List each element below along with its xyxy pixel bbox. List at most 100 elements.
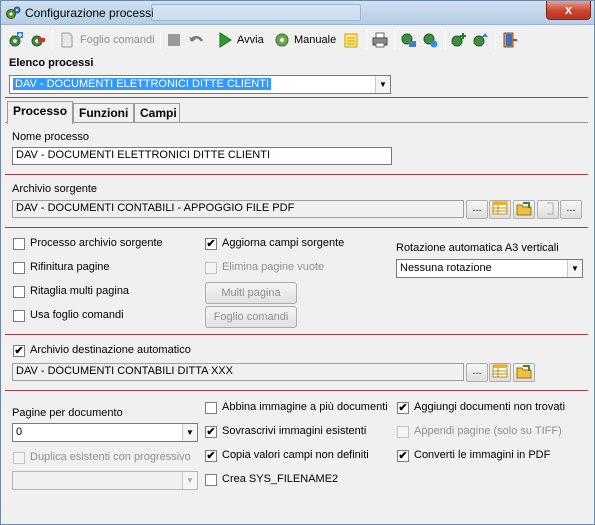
nome-processo-input[interactable]: DAV - DOCUMENTI ELETTRONICI DITTE CLIENT… <box>12 147 392 165</box>
play-icon <box>219 31 232 48</box>
aggiorna-campi-sorgente-label: Aggiorna campi sorgente <box>222 237 345 249</box>
toolbar-separator <box>445 30 446 49</box>
new-process-button[interactable] <box>7 29 23 50</box>
tab-funzioni[interactable]: Funzioni <box>73 103 134 123</box>
copia-valori-checkbox[interactable]: ✔ <box>205 450 217 462</box>
rifinitura-pagine-checkbox[interactable] <box>13 262 25 274</box>
appendi-label: Appendi pagine (solo su TIFF) <box>414 425 562 437</box>
chevron-down-icon[interactable]: ▼ <box>375 76 390 93</box>
stop-button[interactable] <box>166 29 182 50</box>
foglio-comandi-toolbar-label: Foglio comandi <box>80 33 155 46</box>
rifinitura-pagine-label: Rifinitura pagine <box>30 261 110 273</box>
archivio-sorgente-folder-button[interactable] <box>513 200 535 219</box>
appendi-checkbox[interactable] <box>397 426 409 438</box>
door-exit-icon <box>503 32 517 47</box>
archivio-destinazione-checkbox[interactable]: ✔ <box>13 345 25 357</box>
toolbar-separator <box>495 30 496 49</box>
elenco-processi-select[interactable]: DAV - DOCUMENTI ELETTRONICI DITTE CLIENT… <box>9 75 391 94</box>
archivio-destinazione-field: DAV - DOCUMENTI CONTABILI DITTA XXX <box>12 363 464 381</box>
toolbar-separator <box>366 30 367 49</box>
multi-pagina-button[interactable]: Multi pagina <box>205 282 297 304</box>
archivio-destinazione-folder-button[interactable] <box>513 363 535 382</box>
duplica-checkbox[interactable] <box>13 452 25 464</box>
notepad-icon <box>344 33 358 47</box>
window-title: Configurazione processi <box>25 6 154 20</box>
delete-process-button[interactable] <box>29 29 45 50</box>
stop-icon <box>168 33 180 46</box>
manuale-label: Manuale <box>294 33 337 46</box>
duplica-select[interactable]: ▼ <box>12 471 198 490</box>
foglio-comandi-button[interactable]: Foglio comandi <box>205 306 297 328</box>
archivio-sorgente-table-button[interactable] <box>489 200 511 219</box>
crea-sys-label: Crea SYS_FILENAME2 <box>222 473 339 485</box>
elenco-processi-label: Elenco processi <box>9 57 94 69</box>
archivio-sorgente-field: DAV - DOCUMENTI CONTABILI - APPOGGIO FIL… <box>12 200 464 218</box>
pagine-per-documento-label: Pagine per documento <box>12 407 123 419</box>
sovrascrivi-checkbox[interactable]: ✔ <box>205 426 217 438</box>
abbina-checkbox[interactable] <box>205 402 217 414</box>
background-window-ghost <box>151 4 361 21</box>
folder-arrow-icon <box>516 202 532 216</box>
tab-campi[interactable]: Campi <box>134 103 180 123</box>
chevron-down-icon[interactable]: ▼ <box>567 260 582 277</box>
converti-label: Converti le immagini in PDF <box>414 449 551 461</box>
converti-checkbox[interactable]: ✔ <box>397 450 409 462</box>
add-item-button[interactable] <box>450 29 466 50</box>
archivio-sorgente-browse-button[interactable]: ... <box>466 200 488 219</box>
crea-sys-checkbox[interactable] <box>205 474 217 486</box>
archivio-destinazione-label: Archivio destinazione automatico <box>30 344 191 356</box>
processo-archivio-sorgente-checkbox[interactable] <box>13 238 25 250</box>
divider <box>5 227 588 228</box>
undo-button[interactable] <box>188 29 204 50</box>
processo-archivio-sorgente-label: Processo archivio sorgente <box>30 237 163 249</box>
usa-foglio-comandi-checkbox[interactable] <box>13 310 25 322</box>
rotazione-select[interactable]: Nessuna rotazione ▼ <box>396 259 583 278</box>
avvia-label: Avvia <box>237 33 264 46</box>
folder-arrow-icon <box>516 365 532 379</box>
gear-computer-button[interactable] <box>400 29 416 50</box>
notes-button[interactable] <box>343 29 359 50</box>
move-up-button[interactable] <box>472 29 488 50</box>
avvia-button[interactable]: Avvia <box>217 29 264 50</box>
gear-delete-icon <box>31 35 45 46</box>
pagine-per-documento-select[interactable]: 0 ▼ <box>12 423 198 442</box>
rotazione-selected: Nessuna rotazione <box>400 262 492 274</box>
usa-foglio-comandi-label: Usa foglio comandi <box>30 309 124 321</box>
print-button[interactable] <box>372 29 388 50</box>
tab-processo[interactable]: Processo <box>7 101 73 124</box>
foglio-comandi-toolbar-button[interactable]: Foglio comandi <box>59 29 155 50</box>
archivio-destinazione-browse-button[interactable]: ... <box>466 363 488 382</box>
toolbar-separator <box>52 30 53 49</box>
toolbar-separator <box>394 30 395 49</box>
archivio-sorgente-more-button[interactable]: ... <box>560 200 582 219</box>
toolbar-separator <box>160 30 161 49</box>
gear-arrow-up-icon <box>473 32 488 46</box>
divider <box>5 334 588 335</box>
undo-icon <box>189 35 204 42</box>
elimina-pagine-vuote-label: Elimina pagine vuote <box>222 261 325 273</box>
close-button[interactable]: x <box>546 1 591 20</box>
elimina-pagine-vuote-checkbox[interactable] <box>205 262 217 274</box>
archivio-destinazione-table-button[interactable] <box>489 363 511 382</box>
chevron-down-icon[interactable]: ▼ <box>182 472 197 489</box>
ritaglia-multi-pagina-checkbox[interactable] <box>13 286 25 298</box>
pagine-per-documento-value: 0 <box>16 426 23 438</box>
abbina-label: Abbina immagine a più documenti <box>222 401 388 413</box>
aggiorna-campi-sorgente-checkbox[interactable]: ✔ <box>205 238 217 250</box>
gear-network-button[interactable] <box>422 29 438 50</box>
archivio-sorgente-clear-button[interactable] <box>537 200 559 219</box>
table-icon <box>492 201 508 215</box>
printer-icon <box>372 32 388 47</box>
divider <box>5 174 588 175</box>
chevron-down-icon[interactable]: ▼ <box>182 424 197 441</box>
table-icon <box>492 364 508 378</box>
sovrascrivi-label: Sovrascrivi immagini esistenti <box>222 425 367 437</box>
exit-button[interactable] <box>501 29 517 50</box>
manuale-button[interactable]: Manuale <box>274 29 336 50</box>
rotazione-label: Rotazione automatica A3 verticali <box>396 242 559 254</box>
aggiungi-checkbox[interactable]: ✔ <box>397 402 409 414</box>
ritaglia-multi-pagina-label: Ritaglia multi pagina <box>30 285 130 297</box>
gear-network-icon <box>423 33 438 47</box>
copia-valori-label: Copia valori campi non definiti <box>222 449 369 461</box>
aggiungi-label: Aggiungi documenti non trovati <box>414 401 566 413</box>
